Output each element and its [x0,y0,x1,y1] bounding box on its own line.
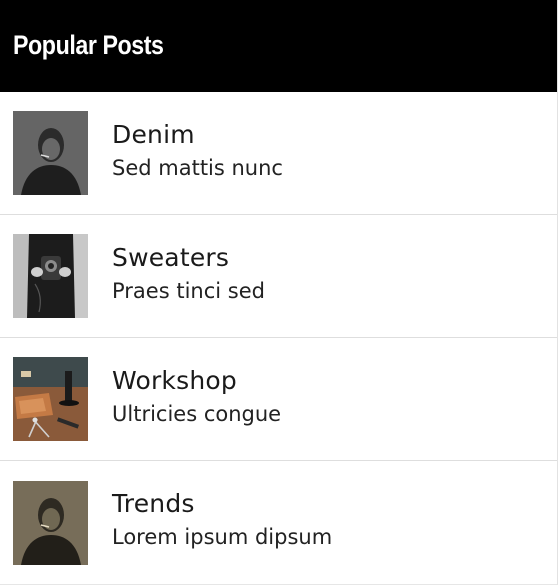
popular-posts-widget: Popular Posts Denim Sed mattis nunc Swea… [0,0,558,585]
workshop-tools-image [13,357,88,441]
post-subtitle: Lorem ipsum dipsum [112,525,333,549]
post-title[interactable]: Workshop [112,366,281,396]
widget-header: Popular Posts [0,0,557,92]
post-thumbnail[interactable] [13,357,88,441]
portrait-man-sepia-image [13,480,88,565]
widget-title: Popular Posts [13,29,164,60]
post-text: Workshop Ultricies congue [112,366,281,429]
post-text: Sweaters Praes tinci sed [112,243,265,306]
post-subtitle: Sed mattis nunc [112,155,283,180]
post-item-sweaters[interactable]: Sweaters Praes tinci sed [0,215,557,338]
post-item-denim[interactable]: Denim Sed mattis nunc [0,92,557,215]
post-thumbnail[interactable] [13,111,88,195]
post-item-workshop[interactable]: Workshop Ultricies congue [0,338,557,461]
post-item-trends[interactable]: Trends Lorem ipsum dipsum [0,461,557,585]
camera-person-image [13,234,88,318]
post-thumbnail[interactable] [13,234,88,318]
post-list: Denim Sed mattis nunc Sweaters Praes tin… [0,92,557,585]
post-subtitle: Praes tinci sed [112,278,265,303]
post-subtitle: Ultricies congue [112,401,282,426]
post-text: Denim Sed mattis nunc [112,120,283,183]
portrait-man-image [13,111,88,195]
post-title[interactable]: Sweaters [112,243,265,273]
post-title[interactable]: Denim [112,120,283,150]
post-thumbnail[interactable] [13,480,88,565]
post-title[interactable]: Trends [112,489,332,519]
post-text: Trends Lorem ipsum dipsum [112,489,332,552]
